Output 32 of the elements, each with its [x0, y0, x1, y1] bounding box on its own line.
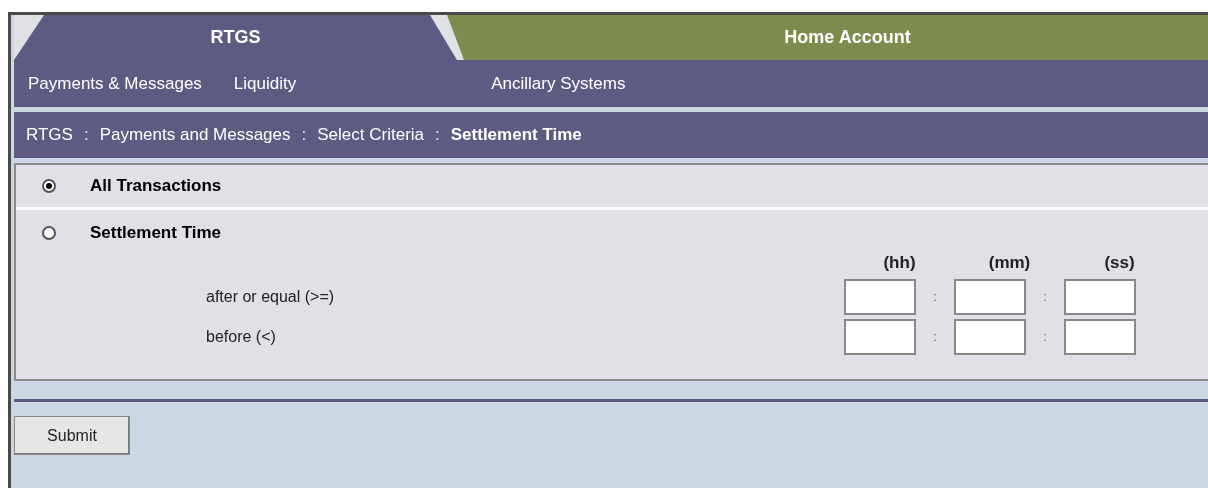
time-input[interactable]	[954, 279, 1026, 315]
time-input[interactable]	[844, 279, 916, 315]
field-label: before (<)	[206, 327, 277, 347]
option-label: Settlement Time	[90, 221, 221, 244]
menu-item[interactable]: Liquidity	[233, 70, 297, 97]
submit-button[interactable]: Submit	[14, 416, 130, 455]
breadcrumb-item: RTGS	[26, 124, 73, 147]
column-header: (ss)	[1103, 252, 1136, 274]
time-separator: :	[932, 288, 938, 307]
time-input[interactable]	[954, 319, 1026, 355]
breadcrumb-separator: :	[434, 124, 441, 147]
menu-item[interactable]: Ancillary Systems	[491, 70, 626, 97]
breadcrumb-item: Select Criteria	[317, 124, 425, 147]
radio-button[interactable]	[42, 179, 56, 193]
time-input[interactable]	[1064, 319, 1136, 355]
time-separator: :	[1042, 288, 1048, 307]
tab[interactable]: Home Account	[447, 15, 1208, 60]
breadcrumb-item: Settlement Time	[450, 124, 582, 147]
time-separator: :	[1042, 328, 1048, 347]
breadcrumb-item: Payments and Messages	[99, 124, 291, 147]
breadcrumb-separator: :	[300, 124, 308, 147]
menu-item[interactable]: Payments & Messages	[28, 70, 202, 97]
time-input[interactable]	[1064, 279, 1136, 315]
field-label: after or equal (>=)	[206, 287, 336, 307]
time-input[interactable]	[844, 319, 916, 355]
time-separator: :	[932, 328, 938, 347]
radio-button[interactable]	[42, 225, 56, 240]
breadcrumb-separator: :	[82, 124, 90, 147]
column-header: (mm)	[987, 252, 1032, 274]
column-header: (hh)	[882, 252, 917, 274]
tab[interactable]: RTGS	[14, 15, 457, 60]
option-label: All Transactions	[90, 175, 222, 198]
